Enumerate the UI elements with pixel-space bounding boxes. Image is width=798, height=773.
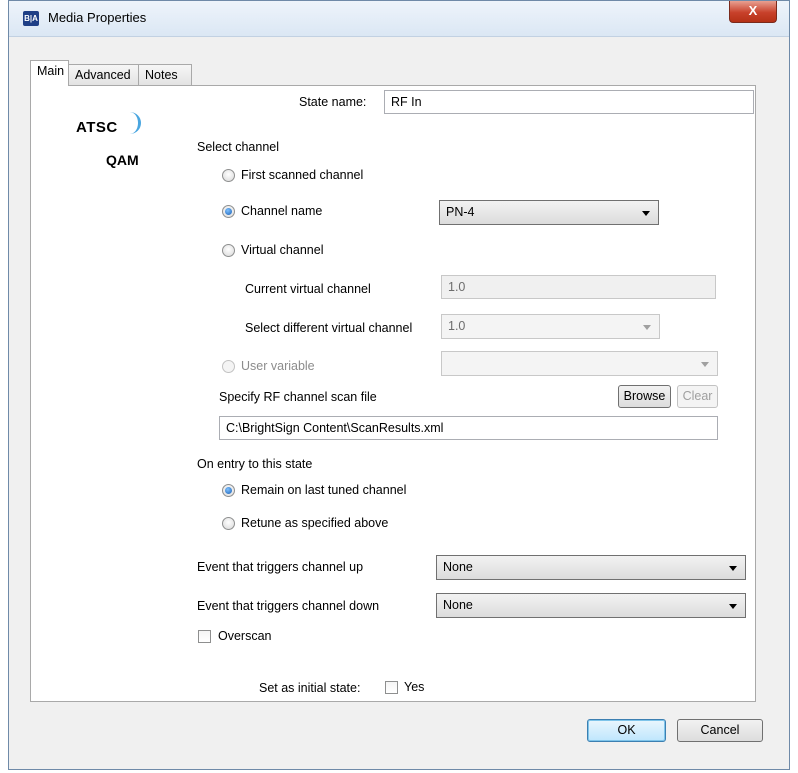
chevron-down-icon xyxy=(643,325,651,330)
chevron-down-icon xyxy=(701,362,709,367)
chevron-down-icon xyxy=(642,211,650,216)
clear-button: Clear xyxy=(677,385,718,408)
channel-down-event-value: None xyxy=(443,598,473,612)
channel-name-value: PN-4 xyxy=(446,205,475,219)
initial-state-label: Set as initial state: xyxy=(259,681,361,695)
select-virtual-channel-dropdown: 1.0 xyxy=(441,314,660,339)
tab-notes[interactable]: Notes xyxy=(138,64,192,85)
chevron-down-icon xyxy=(729,604,737,609)
dialog-title: Media Properties xyxy=(48,10,147,25)
user-variable-radio xyxy=(222,360,235,373)
retune-radio[interactable] xyxy=(222,517,235,530)
state-name-label: State name: xyxy=(299,95,367,109)
app-icon: B|A xyxy=(23,11,39,26)
select-virtual-channel-label: Select different virtual channel xyxy=(245,321,413,335)
channel-up-event-dropdown[interactable]: None xyxy=(436,555,746,580)
browse-button[interactable]: Browse xyxy=(618,385,671,408)
initial-state-checkbox[interactable] xyxy=(385,681,398,694)
overscan-label: Overscan xyxy=(218,629,272,643)
select-virtual-channel-value: 1.0 xyxy=(448,319,466,333)
channel-down-event-label: Event that triggers channel down xyxy=(197,599,380,613)
channel-up-event-label: Event that triggers channel up xyxy=(197,560,364,574)
overscan-checkbox[interactable] xyxy=(198,630,211,643)
chevron-down-icon xyxy=(729,566,737,571)
initial-state-yes-label: Yes xyxy=(404,680,425,694)
scan-file-path-input[interactable]: C:\BrightSign Content\ScanResults.xml xyxy=(219,416,718,440)
user-variable-label: User variable xyxy=(241,359,315,373)
scan-file-label: Specify RF channel scan file xyxy=(219,390,377,404)
channel-name-radio[interactable] xyxy=(222,205,235,218)
retune-label: Retune as specified above xyxy=(241,516,389,530)
channel-up-event-value: None xyxy=(443,560,473,574)
atsc-qam-logo: ATSC QAM xyxy=(48,92,176,172)
logo-arc-icon xyxy=(124,112,141,134)
select-channel-label: Select channel xyxy=(197,140,280,154)
tab-advanced[interactable]: Advanced xyxy=(68,64,139,85)
virtual-channel-label: Virtual channel xyxy=(241,243,324,257)
cancel-button[interactable]: Cancel xyxy=(677,719,763,742)
virtual-channel-radio[interactable] xyxy=(222,244,235,257)
first-scanned-radio[interactable] xyxy=(222,169,235,182)
first-scanned-label: First scanned channel xyxy=(241,168,364,182)
ok-button[interactable]: OK xyxy=(587,719,666,742)
channel-down-event-dropdown[interactable]: None xyxy=(436,593,746,618)
remain-on-channel-label: Remain on last tuned channel xyxy=(241,483,407,497)
logo-atsc-text: ATSC xyxy=(76,119,118,136)
channel-name-dropdown[interactable]: PN-4 xyxy=(439,200,659,225)
user-variable-dropdown xyxy=(441,351,718,376)
tab-main[interactable]: Main xyxy=(30,60,69,86)
current-virtual-channel-label: Current virtual channel xyxy=(245,282,371,296)
channel-name-label: Channel name xyxy=(241,204,323,218)
close-button[interactable]: X xyxy=(729,1,777,23)
remain-on-channel-radio[interactable] xyxy=(222,484,235,497)
on-entry-label: On entry to this state xyxy=(197,457,313,471)
current-virtual-channel-input: 1.0 xyxy=(441,275,716,299)
title-bar: B|A Media Properties X xyxy=(9,1,789,37)
logo-qam-text: QAM xyxy=(106,152,139,168)
state-name-input[interactable]: RF In xyxy=(384,90,754,114)
